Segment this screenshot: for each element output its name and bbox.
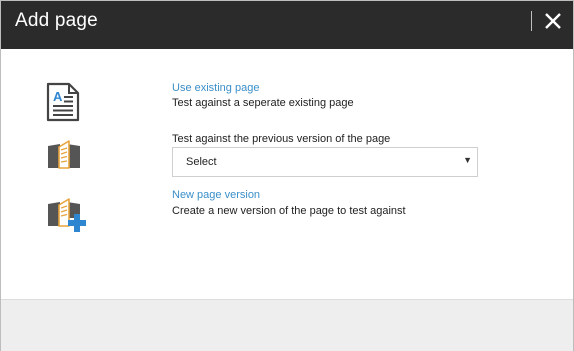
chevron-down-icon: ▼ (463, 155, 472, 165)
new-page-version-link[interactable]: New page version (172, 189, 260, 201)
previous-version-select[interactable]: Select ▼ (172, 147, 478, 177)
add-page-dialog: Add page A Use existing page Test agains… (0, 0, 574, 351)
document-icon: A (45, 82, 81, 127)
use-existing-page-link[interactable]: Use existing page (172, 82, 259, 94)
close-button[interactable] (541, 9, 565, 33)
header-divider (531, 11, 532, 31)
svg-text:A: A (53, 89, 63, 104)
dialog-header: Add page (1, 1, 573, 49)
dialog-title: Add page (15, 10, 98, 31)
select-value: Select (186, 156, 217, 168)
close-icon (545, 13, 561, 29)
book-icon (47, 138, 81, 175)
book-add-icon (47, 196, 87, 237)
new-page-version-description: Create a new version of the page to test… (172, 205, 406, 217)
dialog-footer (1, 299, 573, 351)
dialog-content: A Use existing page Test against a seper… (1, 49, 573, 299)
previous-version-label: Test against the previous version of the… (172, 133, 391, 145)
use-existing-page-description: Test against a seperate existing page (172, 97, 354, 109)
